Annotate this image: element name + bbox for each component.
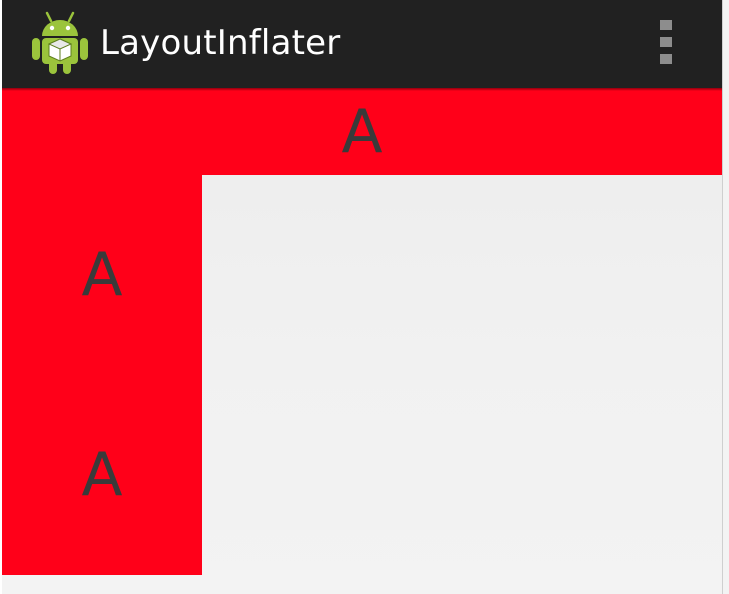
overflow-dot [660, 37, 672, 47]
overflow-dot [660, 20, 672, 30]
item-label: A [81, 440, 123, 510]
action-bar-shadow [2, 88, 722, 91]
item-label: A [341, 96, 383, 167]
inflated-item-left-1: A [2, 175, 202, 375]
inflated-item-top: A [2, 88, 722, 175]
overflow-dot [660, 54, 672, 64]
inflated-item-left-2: A [2, 375, 202, 575]
app-title: LayoutInflater [100, 23, 341, 63]
action-bar: LayoutInflater [2, 0, 722, 88]
item-label: A [81, 240, 123, 310]
window-edge [722, 0, 729, 594]
app-screen: LayoutInflater A A A [2, 0, 722, 594]
android-robot-icon[interactable] [30, 10, 90, 76]
overflow-menu-icon[interactable] [652, 16, 680, 68]
